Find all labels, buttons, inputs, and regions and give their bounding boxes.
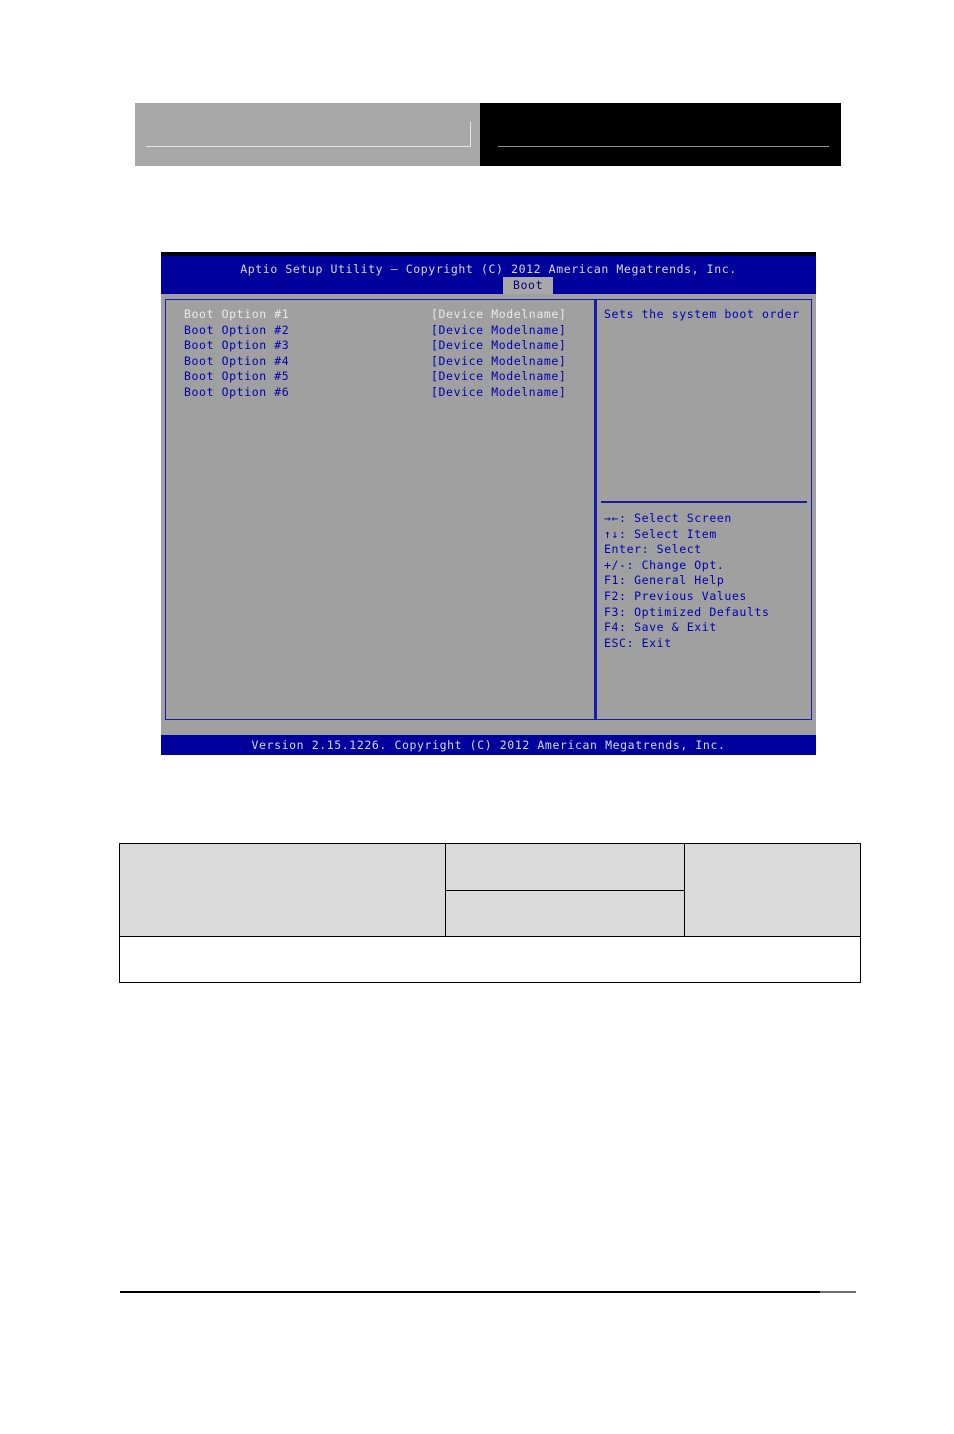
header-logo-block-gray [135, 103, 480, 166]
boot-option-value-4[interactable]: [Device Modelname] [431, 354, 566, 370]
boot-option-row-2[interactable]: Boot Option #2 [Device Modelname] [184, 323, 594, 339]
boot-option-label-4: Boot Option #4 [184, 353, 290, 368]
bios-title-text: Aptio Setup Utility – Copyright (C) 2012… [240, 262, 737, 276]
page-footer-rule [120, 1291, 856, 1293]
boot-option-label-5: Boot Option #5 [184, 369, 290, 384]
boot-option-row-5[interactable]: Boot Option #5 [Device Modelname] [184, 369, 594, 385]
header-black-rule-horizontal [498, 146, 829, 147]
key-legend-general-help: F1: General Help [604, 573, 725, 588]
table-row [119, 843, 861, 937]
boot-option-row-1[interactable]: Boot Option #1 [Device Modelname] [184, 307, 594, 323]
boot-option-value-1[interactable]: [Device Modelname] [431, 307, 566, 323]
key-legend-select-screen: →←: Select Screen [604, 511, 732, 525]
bios-title-bar: Aptio Setup Utility – Copyright (C) 2012… [161, 256, 816, 294]
header-gray-rule-horizontal [146, 146, 471, 147]
boot-option-label-6: Boot Option #6 [184, 384, 290, 399]
bios-boot-options-pane: Boot Option #1 [Device Modelname] Boot O… [166, 300, 594, 719]
bios-key-legend: →←: Select Screen ↑↓: Select Item Enter:… [604, 511, 770, 651]
spec-cell-note [119, 936, 861, 983]
bios-version-bar: Version 2.15.1226. Copyright (C) 2012 Am… [161, 735, 816, 755]
table-row [119, 936, 861, 983]
header-gray-rule-vertical [470, 122, 471, 147]
key-legend-previous-values: F2: Previous Values [604, 588, 747, 603]
key-legend-optimized-defaults: F3: Optimized Defaults [604, 604, 770, 619]
bios-body: Boot Option #1 [Device Modelname] Boot O… [161, 294, 816, 735]
boot-option-row-6[interactable]: Boot Option #6 [Device Modelname] [184, 385, 594, 401]
key-legend-save-exit: F4: Save & Exit [604, 620, 717, 635]
bios-help-separator [601, 501, 807, 503]
page-header-banner [135, 103, 841, 166]
key-legend-select-item: ↑↓: Select Item [604, 526, 717, 541]
spec-table [119, 843, 861, 983]
boot-option-label-1: Boot Option #1 [184, 307, 290, 321]
boot-option-row-3[interactable]: Boot Option #3 [Device Modelname] [184, 338, 594, 354]
boot-option-label-3: Boot Option #3 [184, 338, 290, 353]
header-title-block-black [480, 103, 841, 166]
spec-cell-option-top [445, 843, 685, 891]
bios-setup-screenshot: Aptio Setup Utility – Copyright (C) 2012… [161, 252, 816, 755]
boot-option-value-5[interactable]: [Device Modelname] [431, 369, 566, 385]
boot-option-value-3[interactable]: [Device Modelname] [431, 338, 566, 354]
page-footer-rule-fade [820, 1291, 856, 1293]
boot-option-value-6[interactable]: [Device Modelname] [431, 385, 566, 401]
bios-help-text: Sets the system boot order [604, 307, 800, 321]
bios-tab-strip: Boot [161, 277, 816, 294]
key-legend-change-opt: +/-: Change Opt. [604, 557, 725, 572]
bios-help-pane: Sets the system boot order →←: Select Sc… [597, 300, 811, 719]
boot-option-value-2[interactable]: [Device Modelname] [431, 323, 566, 339]
key-legend-enter-select: Enter: Select [604, 542, 702, 557]
bios-content-frame: Boot Option #1 [Device Modelname] Boot O… [165, 299, 812, 720]
spec-cell-feature [119, 843, 446, 937]
tab-boot[interactable]: Boot [503, 277, 554, 294]
spec-cell-description [684, 843, 861, 937]
boot-option-row-4[interactable]: Boot Option #4 [Device Modelname] [184, 354, 594, 370]
boot-option-label-2: Boot Option #2 [184, 322, 290, 337]
spec-cell-option-bottom [445, 889, 685, 937]
key-legend-esc-exit: ESC: Exit [604, 635, 672, 650]
